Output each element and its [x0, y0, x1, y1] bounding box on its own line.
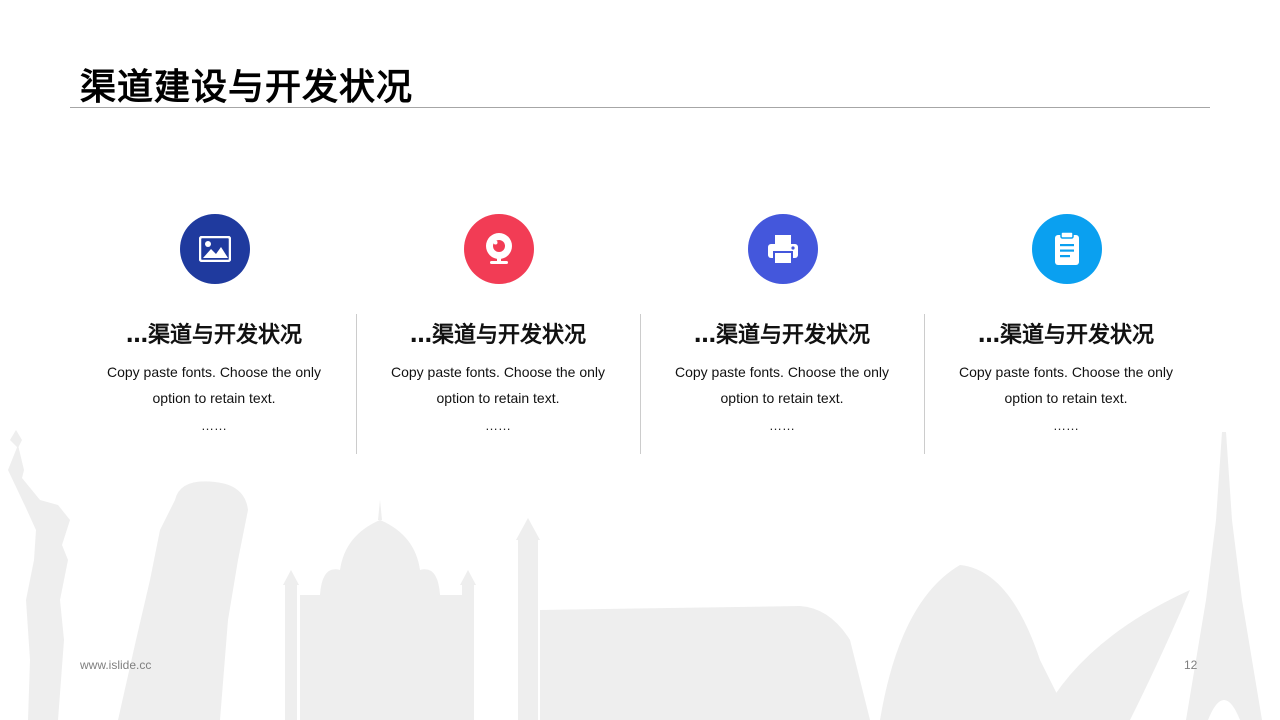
image-icon: [180, 214, 250, 284]
feature-description-line: Copy paste fonts. Choose the only: [106, 364, 322, 380]
feature-title: …渠道与开发状况: [125, 323, 302, 348]
feature-description: Copy paste fonts. Choose the only option…: [368, 359, 628, 411]
page-number: 12: [1184, 658, 1198, 672]
webcam-icon: [464, 214, 534, 284]
clipboard-icon: [1032, 214, 1102, 284]
feature-ellipsis: ……: [485, 418, 511, 433]
printer-icon: [748, 214, 818, 284]
feature-ellipsis: ……: [769, 418, 795, 433]
feature-description-line: option to retain text.: [720, 390, 844, 406]
feature-description-line: option to retain text.: [1004, 390, 1128, 406]
footer-website-link[interactable]: www.islide.cc: [80, 658, 151, 672]
feature-ellipsis: ……: [201, 418, 227, 433]
feature-description-line: Copy paste fonts. Choose the only: [674, 364, 890, 380]
feature-description: Copy paste fonts. Choose the only option…: [936, 359, 1196, 411]
title-underline: [70, 107, 1210, 108]
feature-description: Copy paste fonts. Choose the only option…: [652, 359, 912, 411]
feature-ellipsis: ……: [1053, 418, 1079, 433]
feature-description-line: Copy paste fonts. Choose the only: [390, 364, 606, 380]
feature-title: …渠道与开发状况: [409, 323, 586, 348]
feature-column-2: …渠道与开发状况 Copy paste fonts. Choose the on…: [356, 214, 640, 459]
feature-column-3: …渠道与开发状况 Copy paste fonts. Choose the on…: [640, 214, 924, 459]
feature-title: …渠道与开发状况: [693, 323, 870, 348]
feature-column-1: …渠道与开发状况 Copy paste fonts. Choose the on…: [72, 214, 356, 459]
feature-description-line: option to retain text.: [152, 390, 276, 406]
page-title: 渠道建设与开发状况: [80, 67, 414, 108]
feature-description-line: Copy paste fonts. Choose the only: [958, 364, 1174, 380]
feature-description-line: option to retain text.: [436, 390, 560, 406]
feature-column-4: …渠道与开发状况 Copy paste fonts. Choose the on…: [924, 214, 1208, 459]
feature-description: Copy paste fonts. Choose the only option…: [84, 359, 344, 411]
feature-title: …渠道与开发状况: [977, 323, 1154, 348]
